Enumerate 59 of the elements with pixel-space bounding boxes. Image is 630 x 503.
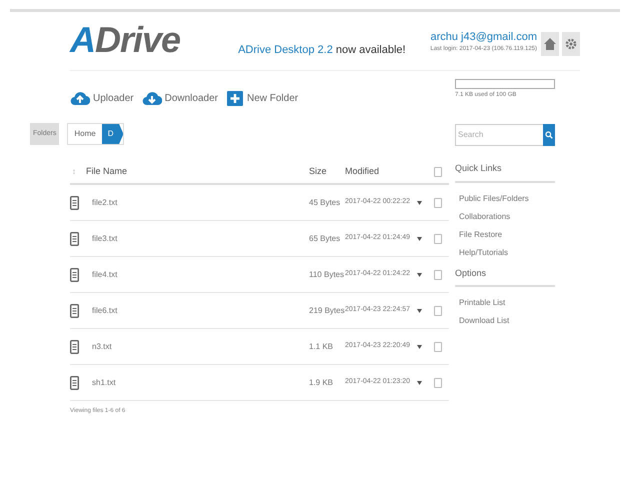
adrive-logo[interactable]: ADrive [70,22,180,58]
sidebar-link[interactable]: File Restore [459,228,555,240]
sidebar-link[interactable]: Public Files/Folders [459,192,555,204]
text-file-icon [70,232,79,246]
row-checkbox[interactable] [434,167,442,177]
row-checkbox[interactable] [434,342,442,352]
column-header[interactable]: Size [309,165,345,179]
caret-icon[interactable] [417,272,422,276]
sidebar-link[interactable]: Download List [459,315,555,327]
text-file-icon [70,376,79,390]
cloud-upload-icon [70,89,90,107]
row-checkbox[interactable] [434,198,442,208]
sidebar-link[interactable]: Collaborations [459,210,555,222]
settings-button[interactable] [562,32,580,56]
toolbar-button[interactable]: Uploader [70,89,134,107]
home-icon [543,37,557,51]
file-size-cell-text: 1.9 KB [309,376,334,388]
sidebar-heading: Quick Links [455,162,555,182]
file-size-cell-text: 1.1 KB [309,340,334,352]
cloud-download-icon [142,89,162,107]
column-header[interactable]: Modified [345,165,427,179]
file-name-link[interactable]: n3.txt [92,340,309,352]
caret-icon[interactable] [417,308,422,312]
sidebar-link[interactable]: Help/Tutorials [459,246,555,258]
file-name-link[interactable]: file4.txt [92,268,309,280]
text-file-icon [70,196,79,210]
row-checkbox[interactable] [434,270,442,280]
caret-icon[interactable] [417,344,422,348]
file-name-link[interactable]: file6.txt [92,304,309,316]
plus-folder-icon [226,89,244,107]
caret-icon[interactable] [417,380,422,384]
row-checkbox[interactable] [434,234,442,244]
sidebar-heading: Options [455,266,555,287]
file-name-link[interactable]: sh1.txt [92,376,309,388]
column-header[interactable]: File Name [86,165,309,179]
toolbar-button[interactable]: Downloader [142,89,218,107]
search-button[interactable] [543,124,555,146]
text-file-icon [70,340,79,354]
sidebar-link[interactable]: Printable List [459,297,555,309]
caret-icon[interactable] [417,236,422,240]
search-field[interactable]: Search [455,124,543,146]
row-checkbox[interactable] [434,306,442,316]
row-checkbox[interactable] [434,378,442,388]
file-size-cell: 110 Bytes [309,268,345,280]
announcement-link[interactable]: ADrive Desktop 2.2 now available! [238,42,406,58]
home-button[interactable] [541,32,559,56]
file-size-cell-text: 65 Bytes [309,232,342,244]
caret-icon[interactable] [417,200,422,204]
account-email[interactable]: archu j43@gmail.com [430,28,537,45]
settings-icon [564,37,578,51]
file-size-cell-text: 45 Bytes [309,196,342,208]
search-icon [545,131,553,139]
file-size-cell: 219 Bytes [309,304,345,316]
file-name-link[interactable]: file2.txt [92,196,309,208]
file-name-link[interactable]: file3.txt [92,232,309,244]
text-file-icon [70,268,79,282]
toolbar-button[interactable]: New Folder [226,89,298,107]
breadcrumb-item[interactable]: D [102,124,124,144]
text-file-icon [70,304,79,318]
